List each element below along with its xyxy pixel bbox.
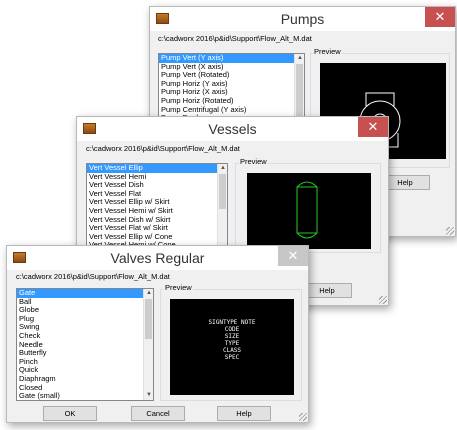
valves-list[interactable]: Gate Ball Globe Plug Swing Check Needle Butterf… [16,288,154,401]
file-path: c:\cadworx 2016\p&id\Support\Flow_Alt_M.… [158,34,312,43]
scroll-down-icon[interactable]: ▼ [144,391,153,400]
help-button[interactable]: Help [217,406,271,421]
help-button[interactable]: Help [302,283,352,298]
valve-preview-text: SIGNTYPE NOTE CODE SIZE TYPE CLASS SPEC [170,319,294,361]
close-button[interactable]: ✕ [278,246,308,266]
vessels-list[interactable]: Vert Vessel Ellip Vert Vessel Hemi Vert Ve… [86,163,228,249]
file-path: c:\cadworx 2016\p&id\Support\Flow_Alt_M.… [16,272,170,281]
pumps-titlebar[interactable]: Pumps ✕ [150,7,455,31]
scroll-up-icon[interactable]: ▲ [144,289,153,298]
preview-text-line: SIZE [224,333,240,340]
close-button[interactable]: ✕ [358,117,388,137]
cancel-button[interactable]: Cancel [131,406,185,421]
preview-label: Preview [239,157,268,166]
scroll-thumb[interactable] [145,299,152,339]
vessels-titlebar[interactable]: Vessels ✕ [77,117,388,141]
list-scrollbar[interactable]: ▲ ▼ [143,289,153,400]
valve-preview: SIGNTYPE NOTE CODE SIZE TYPE CLASS SPEC [170,299,294,395]
valves-title: Valves Regular [110,250,205,266]
preview-text-line: TYPE [224,340,240,347]
preview-text-line: SPEC [224,354,240,361]
vessel-symbol-icon [296,181,318,239]
scroll-thumb[interactable] [296,64,303,124]
list-item[interactable]: Gate [17,289,153,298]
ok-button[interactable]: OK [43,406,97,421]
preview-text-line: SIGNTYPE NOTE [208,319,256,326]
preview-text-line: CODE [224,326,240,333]
scroll-thumb[interactable] [219,174,226,209]
vessels-title: Vessels [208,121,257,137]
resize-grip[interactable] [446,227,454,235]
valves-dialog[interactable]: Valves Regular ✕ c:\cadworx 2016\p&id\Su… [6,245,309,423]
list-scrollbar[interactable]: ▲ [217,164,227,248]
resize-grip[interactable] [299,413,307,421]
list-item[interactable]: Globe [17,306,153,315]
scroll-up-icon[interactable]: ▲ [218,164,227,173]
vessel-preview [247,173,371,249]
valves-titlebar[interactable]: Valves Regular ✕ [7,246,308,270]
preview-text-line: CLASS [222,347,242,354]
close-button[interactable]: ✕ [425,7,455,27]
list-item[interactable]: Gate (small) [17,392,153,400]
resize-grip[interactable] [379,296,387,304]
preview-label: Preview [313,47,342,56]
preview-label: Preview [164,283,193,292]
pumps-title: Pumps [280,11,325,27]
file-path: c:\cadworx 2016\p&id\Support\Flow_Alt_M.… [86,144,240,153]
scroll-up-icon[interactable]: ▲ [295,54,304,63]
